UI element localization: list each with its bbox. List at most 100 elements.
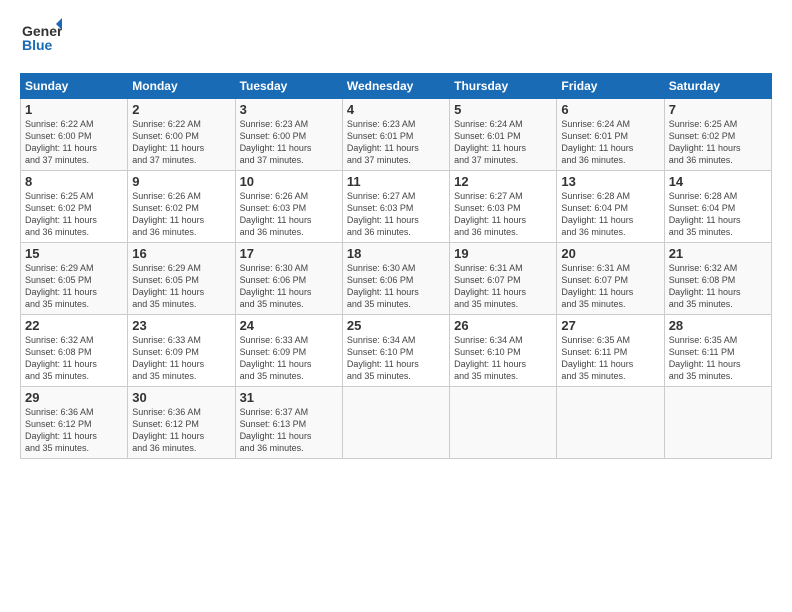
day-number: 20 [561,246,659,261]
logo-icon: General Blue [20,16,62,58]
calendar-cell: 5Sunrise: 6:24 AMSunset: 6:01 PMDaylight… [450,99,557,171]
calendar-cell: 31Sunrise: 6:37 AMSunset: 6:13 PMDayligh… [235,387,342,459]
day-info: Sunrise: 6:28 AMSunset: 6:04 PMDaylight:… [561,190,659,239]
calendar-header-row: Sunday Monday Tuesday Wednesday Thursday… [21,74,772,99]
calendar-cell: 30Sunrise: 6:36 AMSunset: 6:12 PMDayligh… [128,387,235,459]
day-number: 21 [669,246,767,261]
calendar-cell: 6Sunrise: 6:24 AMSunset: 6:01 PMDaylight… [557,99,664,171]
calendar-cell: 8Sunrise: 6:25 AMSunset: 6:02 PMDaylight… [21,171,128,243]
day-number: 31 [240,390,338,405]
day-info: Sunrise: 6:24 AMSunset: 6:01 PMDaylight:… [454,118,552,167]
calendar-cell: 7Sunrise: 6:25 AMSunset: 6:02 PMDaylight… [664,99,771,171]
day-info: Sunrise: 6:30 AMSunset: 6:06 PMDaylight:… [240,262,338,311]
calendar-cell: 14Sunrise: 6:28 AMSunset: 6:04 PMDayligh… [664,171,771,243]
calendar-cell: 29Sunrise: 6:36 AMSunset: 6:12 PMDayligh… [21,387,128,459]
day-number: 22 [25,318,123,333]
day-info: Sunrise: 6:29 AMSunset: 6:05 PMDaylight:… [25,262,123,311]
calendar-cell: 22Sunrise: 6:32 AMSunset: 6:08 PMDayligh… [21,315,128,387]
col-friday: Friday [557,74,664,99]
calendar-cell: 27Sunrise: 6:35 AMSunset: 6:11 PMDayligh… [557,315,664,387]
calendar-cell [342,387,449,459]
day-info: Sunrise: 6:24 AMSunset: 6:01 PMDaylight:… [561,118,659,167]
day-info: Sunrise: 6:31 AMSunset: 6:07 PMDaylight:… [561,262,659,311]
calendar-cell: 26Sunrise: 6:34 AMSunset: 6:10 PMDayligh… [450,315,557,387]
day-number: 14 [669,174,767,189]
day-number: 12 [454,174,552,189]
day-number: 19 [454,246,552,261]
day-number: 8 [25,174,123,189]
calendar-cell: 24Sunrise: 6:33 AMSunset: 6:09 PMDayligh… [235,315,342,387]
day-number: 13 [561,174,659,189]
day-number: 9 [132,174,230,189]
svg-text:Blue: Blue [22,37,53,53]
day-info: Sunrise: 6:23 AMSunset: 6:00 PMDaylight:… [240,118,338,167]
page: General Blue Sunday Monday Tuesday Wedne… [0,0,792,612]
day-info: Sunrise: 6:25 AMSunset: 6:02 PMDaylight:… [669,118,767,167]
day-number: 7 [669,102,767,117]
day-number: 11 [347,174,445,189]
calendar-cell: 3Sunrise: 6:23 AMSunset: 6:00 PMDaylight… [235,99,342,171]
day-info: Sunrise: 6:32 AMSunset: 6:08 PMDaylight:… [669,262,767,311]
day-number: 10 [240,174,338,189]
calendar-cell: 1Sunrise: 6:22 AMSunset: 6:00 PMDaylight… [21,99,128,171]
calendar-cell: 17Sunrise: 6:30 AMSunset: 6:06 PMDayligh… [235,243,342,315]
day-number: 4 [347,102,445,117]
calendar-cell [664,387,771,459]
day-info: Sunrise: 6:28 AMSunset: 6:04 PMDaylight:… [669,190,767,239]
calendar-cell: 28Sunrise: 6:35 AMSunset: 6:11 PMDayligh… [664,315,771,387]
day-info: Sunrise: 6:35 AMSunset: 6:11 PMDaylight:… [561,334,659,383]
calendar-cell: 12Sunrise: 6:27 AMSunset: 6:03 PMDayligh… [450,171,557,243]
day-number: 16 [132,246,230,261]
day-info: Sunrise: 6:35 AMSunset: 6:11 PMDaylight:… [669,334,767,383]
col-sunday: Sunday [21,74,128,99]
day-number: 25 [347,318,445,333]
calendar-cell [557,387,664,459]
logo: General Blue [20,16,62,63]
day-info: Sunrise: 6:33 AMSunset: 6:09 PMDaylight:… [240,334,338,383]
day-info: Sunrise: 6:32 AMSunset: 6:08 PMDaylight:… [25,334,123,383]
calendar-cell: 23Sunrise: 6:33 AMSunset: 6:09 PMDayligh… [128,315,235,387]
day-number: 5 [454,102,552,117]
day-number: 17 [240,246,338,261]
calendar-cell: 19Sunrise: 6:31 AMSunset: 6:07 PMDayligh… [450,243,557,315]
day-info: Sunrise: 6:34 AMSunset: 6:10 PMDaylight:… [347,334,445,383]
day-info: Sunrise: 6:22 AMSunset: 6:00 PMDaylight:… [25,118,123,167]
day-number: 29 [25,390,123,405]
day-number: 1 [25,102,123,117]
week-row-3: 15Sunrise: 6:29 AMSunset: 6:05 PMDayligh… [21,243,772,315]
col-tuesday: Tuesday [235,74,342,99]
day-info: Sunrise: 6:25 AMSunset: 6:02 PMDaylight:… [25,190,123,239]
calendar-cell: 13Sunrise: 6:28 AMSunset: 6:04 PMDayligh… [557,171,664,243]
calendar-cell: 11Sunrise: 6:27 AMSunset: 6:03 PMDayligh… [342,171,449,243]
day-number: 28 [669,318,767,333]
day-info: Sunrise: 6:33 AMSunset: 6:09 PMDaylight:… [132,334,230,383]
week-row-2: 8Sunrise: 6:25 AMSunset: 6:02 PMDaylight… [21,171,772,243]
day-info: Sunrise: 6:36 AMSunset: 6:12 PMDaylight:… [25,406,123,455]
week-row-1: 1Sunrise: 6:22 AMSunset: 6:00 PMDaylight… [21,99,772,171]
week-row-4: 22Sunrise: 6:32 AMSunset: 6:08 PMDayligh… [21,315,772,387]
col-thursday: Thursday [450,74,557,99]
calendar-cell: 4Sunrise: 6:23 AMSunset: 6:01 PMDaylight… [342,99,449,171]
day-number: 18 [347,246,445,261]
day-info: Sunrise: 6:27 AMSunset: 6:03 PMDaylight:… [347,190,445,239]
day-info: Sunrise: 6:34 AMSunset: 6:10 PMDaylight:… [454,334,552,383]
day-info: Sunrise: 6:36 AMSunset: 6:12 PMDaylight:… [132,406,230,455]
calendar-cell: 16Sunrise: 6:29 AMSunset: 6:05 PMDayligh… [128,243,235,315]
col-monday: Monday [128,74,235,99]
calendar-cell: 18Sunrise: 6:30 AMSunset: 6:06 PMDayligh… [342,243,449,315]
calendar-cell: 10Sunrise: 6:26 AMSunset: 6:03 PMDayligh… [235,171,342,243]
day-number: 3 [240,102,338,117]
week-row-5: 29Sunrise: 6:36 AMSunset: 6:12 PMDayligh… [21,387,772,459]
day-number: 6 [561,102,659,117]
calendar-cell: 25Sunrise: 6:34 AMSunset: 6:10 PMDayligh… [342,315,449,387]
day-info: Sunrise: 6:26 AMSunset: 6:03 PMDaylight:… [240,190,338,239]
day-number: 30 [132,390,230,405]
day-info: Sunrise: 6:29 AMSunset: 6:05 PMDaylight:… [132,262,230,311]
calendar-cell: 20Sunrise: 6:31 AMSunset: 6:07 PMDayligh… [557,243,664,315]
day-info: Sunrise: 6:23 AMSunset: 6:01 PMDaylight:… [347,118,445,167]
col-wednesday: Wednesday [342,74,449,99]
col-saturday: Saturday [664,74,771,99]
day-number: 2 [132,102,230,117]
day-info: Sunrise: 6:26 AMSunset: 6:02 PMDaylight:… [132,190,230,239]
day-info: Sunrise: 6:30 AMSunset: 6:06 PMDaylight:… [347,262,445,311]
